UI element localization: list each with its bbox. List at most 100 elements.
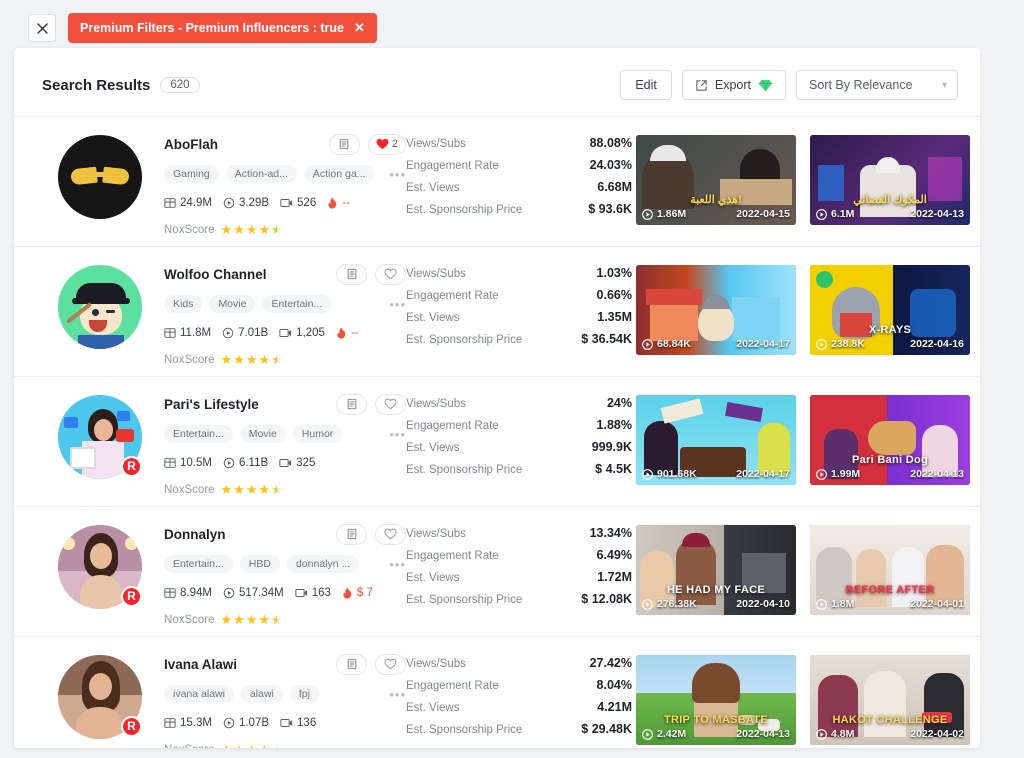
video-views-value: 276.38K [657,598,697,610]
tag[interactable]: HBD [239,555,280,573]
tag[interactable]: Movie [209,295,256,313]
star-icon: ★ [258,352,271,367]
video-thumbnail[interactable]: 68.84K 2022-04-17 [636,265,796,355]
filter-tag-label: Premium Filters - Premium Influencers : … [80,21,344,35]
note-button[interactable] [336,263,367,285]
video-views-value: 1.86M [657,208,687,220]
sort-select[interactable]: Sort By Relevance ▾ [796,70,958,100]
like-button[interactable] [375,523,406,545]
metrics-panel: Views/Subs 27.42% Engagement Rate 8.04% … [406,649,632,744]
note-button[interactable] [336,523,367,545]
more-options-icon[interactable]: ••• [389,167,406,182]
promo-price-value: -- [342,197,350,209]
more-options-icon[interactable]: ••• [389,687,406,702]
video-views-value: 2.42M [657,728,687,740]
video-thumbnail[interactable]: TRIP TO MASBATE 2.42M 2022-04-13 [636,655,796,745]
note-button[interactable] [336,393,367,415]
video-overlay: 1.86M 2022-04-15 [636,203,796,225]
video-date: 2022-04-13 [910,468,964,480]
tag-list: Entertain... Movie Humor ••• [164,424,406,444]
heart-icon [384,398,397,410]
influencer-row[interactable]: Wolfoo Channel Kids Movie Entertain... •••… [14,246,980,376]
star-icon: ★ [258,222,271,237]
recent-videos: هذي اللعبة! 1.86M 2022-04-15 المكوك الفض… [636,129,970,225]
star-icon: ★ [245,222,258,237]
tag[interactable]: Action ga... [303,165,375,183]
tag[interactable]: ivana alawi [164,685,234,703]
subscribers-value: 8.94M [180,587,212,599]
influencer-name[interactable]: Pari's Lifestyle [164,397,259,412]
metric-est-views: Est. Views 6.68M [406,180,632,194]
results-header-actions: Edit Export Sort By Relevance ▾ [620,70,958,100]
tag[interactable]: Entertain... [262,295,332,313]
recent-videos: 68.84K 2022-04-17 X-RAYS 238.8K 2022-04-… [636,259,970,355]
video-thumbnail[interactable]: 901.68K 2022-04-17 [636,395,796,485]
influencer-row[interactable]: R Ivana Alawi ivana alawi alawi fpj ••• 15… [14,636,980,748]
note-button[interactable] [336,653,367,675]
more-options-icon[interactable]: ••• [389,427,406,442]
tag[interactable]: Humor [292,425,343,443]
edit-button[interactable]: Edit [620,70,672,100]
video-views-value: 238.8K [831,338,865,350]
metric-engagement-rate: Engagement Rate 6.49% [406,548,632,562]
video-thumbnail[interactable]: المكوك الفضائي 6.1M 2022-04-13 [810,135,970,225]
video-thumbnail[interactable]: X-RAYS 238.8K 2022-04-16 [810,265,970,355]
tag[interactable]: Movie [239,425,286,443]
video-views: 2.42M [642,728,686,740]
remove-filter-icon[interactable]: ✕ [354,20,365,36]
influencer-name[interactable]: Ivana Alawi [164,657,237,672]
like-button[interactable]: 2 [367,133,406,155]
video-count-value: 526 [297,197,317,209]
metric-label: Engagement Rate [406,160,499,172]
views-value: 517.34M [238,587,284,599]
video-thumbnail[interactable]: BEFORE AFTER 1.8M 2022-04-01 [810,525,970,615]
like-button[interactable] [375,653,406,675]
tag[interactable]: Entertain... [164,425,233,443]
play-icon [816,598,827,610]
tag[interactable]: Kids [164,295,203,313]
subscribers-icon [164,588,176,598]
like-button[interactable] [375,263,406,285]
avatar-wrap: R [58,519,144,609]
avatar-wrap: R [58,649,144,739]
influencer-row[interactable]: R Pari's Lifestyle Entertain... Movie Humo… [14,376,980,506]
more-options-icon[interactable]: ••• [389,297,406,312]
tag[interactable]: Action-ad... [225,165,297,183]
close-icon [36,22,48,34]
avatar[interactable] [58,135,142,219]
tag[interactable]: fpj [289,685,319,703]
star-icon: ★ [220,222,233,237]
more-options-icon[interactable]: ••• [389,557,406,572]
video-thumbnail[interactable]: HAKOT CHALLENGE 4.8M 2022-04-02 [810,655,970,745]
tag[interactable]: Entertain... [164,555,233,573]
noxscore-stars: ★★★★★ [221,223,283,236]
video-thumbnail[interactable]: Pari Bani Dog 1.99M 2022-04-13 [810,395,970,485]
row-actions: 2 [328,133,406,155]
influencer-row[interactable]: R Donnalyn Entertain... HBD donnalyn ... •… [14,506,980,636]
tag[interactable]: donnalyn ... [286,555,360,573]
fire-icon [337,327,346,339]
tag[interactable]: alawi [240,685,283,703]
like-button[interactable] [375,393,406,415]
star-icon: ★ [220,352,233,367]
note-button[interactable] [328,133,360,155]
close-filters-button[interactable] [28,14,56,42]
row-actions [336,393,406,415]
influencer-name[interactable]: Donnalyn [164,527,226,542]
influencer-name[interactable]: Wolfoo Channel [164,267,267,282]
tag[interactable]: Gaming [164,165,219,183]
video-overlay: 238.8K 2022-04-16 [810,333,970,355]
metric-value: 4.21M [597,700,632,714]
metric-value: 27.42% [589,656,632,670]
export-button[interactable]: Export [681,70,786,100]
video-date: 2022-04-17 [736,338,790,350]
avatar[interactable] [58,265,142,349]
avatar-wrap: R [58,389,144,479]
influencer-row[interactable]: AboFlah 2 Gaming Action-ad... Action ga...… [14,116,980,246]
influencer-name[interactable]: AboFlah [164,137,218,152]
active-filter-tag[interactable]: Premium Filters - Premium Influencers : … [68,13,377,43]
star-icon: ★ [271,222,283,237]
metric-value: 8.04% [596,678,632,692]
video-thumbnail[interactable]: هذي اللعبة! 1.86M 2022-04-15 [636,135,796,225]
video-thumbnail[interactable]: HE HAD MY FACE 276.38K 2022-04-10 [636,525,796,615]
